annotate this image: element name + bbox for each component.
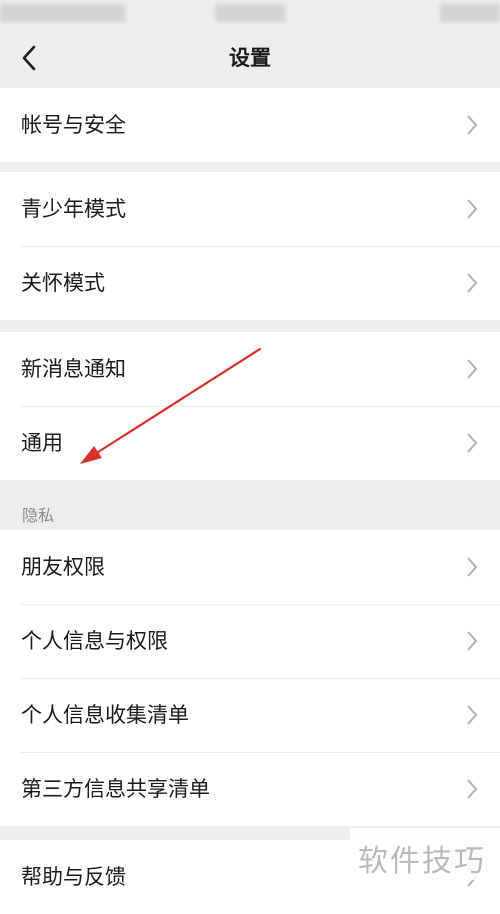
- group-modes: 青少年模式 关怀模式: [0, 172, 500, 320]
- row-label: 通用: [21, 431, 63, 455]
- row-personal-info-permissions[interactable]: 个人信息与权限: [0, 604, 500, 678]
- chevron-right-icon: [467, 705, 478, 725]
- row-label: 第三方信息共享清单: [21, 777, 210, 801]
- chevron-right-icon: [467, 433, 478, 453]
- row-friend-permissions[interactable]: 朋友权限: [0, 530, 500, 604]
- chevron-right-icon: [467, 199, 478, 219]
- page-title: 设置: [229, 46, 271, 70]
- row-account-security[interactable]: 帐号与安全: [0, 88, 500, 162]
- group-account: 帐号与安全: [0, 88, 500, 162]
- row-label: 帮助与反馈: [21, 865, 126, 889]
- row-teen-mode[interactable]: 青少年模式: [0, 172, 500, 246]
- nav-bar: 设置: [0, 30, 500, 86]
- status-bar-blurred-left: [0, 4, 125, 22]
- status-bar-blurred-center: [215, 4, 285, 22]
- row-general[interactable]: 通用: [0, 406, 500, 480]
- group-privacy: 朋友权限 个人信息与权限 个人信息收集清单 第三方信息共享清单: [0, 530, 500, 826]
- row-label: 朋友权限: [21, 555, 105, 579]
- row-label: 新消息通知: [21, 357, 126, 381]
- row-label: 个人信息与权限: [21, 629, 168, 653]
- row-new-message-notification[interactable]: 新消息通知: [0, 332, 500, 406]
- section-header-privacy: 隐私: [22, 506, 55, 525]
- row-label: 关怀模式: [21, 271, 105, 295]
- status-bar-blurred-right: [440, 4, 500, 22]
- row-care-mode[interactable]: 关怀模式: [0, 246, 500, 320]
- chevron-right-icon: [467, 631, 478, 651]
- chevron-right-icon: [467, 115, 478, 135]
- chevron-right-icon: [467, 359, 478, 379]
- status-bar: [0, 0, 500, 30]
- row-label: 青少年模式: [21, 197, 126, 221]
- watermark: 软件技巧: [350, 828, 500, 880]
- group-notify: 新消息通知 通用: [0, 332, 500, 480]
- row-label: 个人信息收集清单: [21, 703, 189, 727]
- row-personal-info-collection-list[interactable]: 个人信息收集清单: [0, 678, 500, 752]
- chevron-right-icon: [467, 557, 478, 577]
- row-third-party-sharing-list[interactable]: 第三方信息共享清单: [0, 752, 500, 826]
- chevron-right-icon: [467, 779, 478, 799]
- row-label: 帐号与安全: [21, 113, 126, 137]
- chevron-right-icon: [467, 273, 478, 293]
- watermark-text: 软件技巧: [358, 844, 486, 879]
